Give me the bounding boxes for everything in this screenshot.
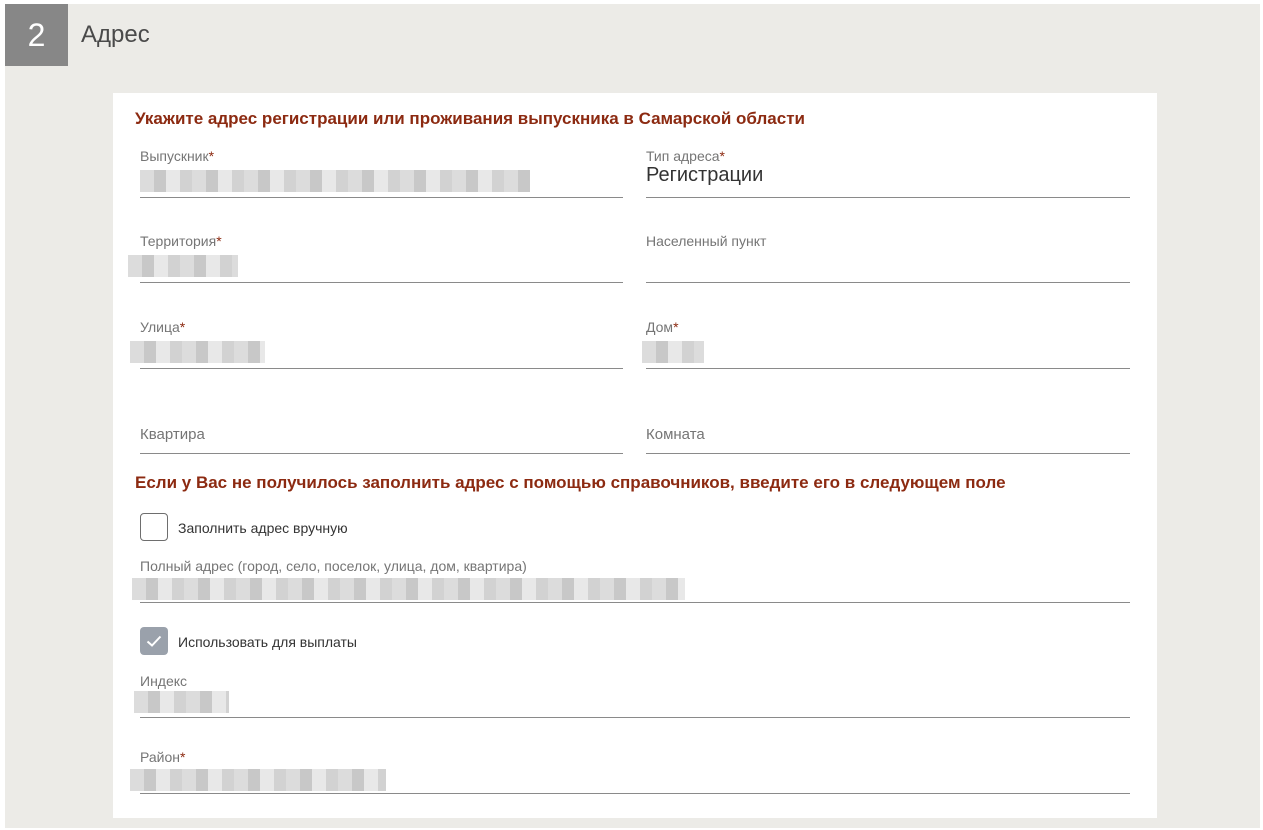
- redacted-value: [130, 769, 386, 791]
- address-type-value: Регистрации: [646, 164, 764, 186]
- section-title: Адрес: [81, 21, 150, 48]
- graduate-label: Выпускник: [140, 148, 209, 164]
- locality-label: Населенный пункт: [646, 233, 767, 249]
- step-number-badge: 2: [5, 4, 68, 66]
- required-marker: *: [180, 749, 186, 765]
- room-field[interactable]: Комната: [646, 404, 1130, 454]
- street-field[interactable]: Улица*: [130, 319, 623, 369]
- required-marker: *: [216, 233, 222, 249]
- redacted-value: [132, 578, 685, 600]
- address-form-heading: Укажите адрес регистрации или проживания…: [135, 109, 805, 128]
- redacted-value: [140, 170, 530, 192]
- apartment-field[interactable]: Квартира: [140, 404, 623, 454]
- required-marker: *: [673, 319, 679, 335]
- redacted-value: [128, 255, 238, 277]
- territory-label: Территория: [140, 233, 217, 249]
- apartment-label: Квартира: [140, 426, 205, 443]
- manual-address-heading: Если у Вас не получилось заполнить адрес…: [135, 473, 1006, 492]
- redacted-value: [130, 341, 265, 363]
- address-section: 2 Адрес Укажите адрес регистрации или пр…: [5, 4, 1260, 828]
- district-label: Район: [140, 749, 180, 765]
- full-address-field[interactable]: Полный адрес (город, село, поселок, улиц…: [132, 558, 1130, 603]
- manual-address-checkbox[interactable]: [140, 513, 168, 541]
- full-address-label: Полный адрес (город, село, поселок, улиц…: [140, 558, 527, 574]
- address-form-card: Укажите адрес регистрации или проживания…: [113, 93, 1157, 818]
- required-marker: *: [719, 148, 725, 164]
- locality-field[interactable]: Населенный пункт: [646, 233, 1130, 283]
- address-type-field[interactable]: Тип адреса* Регистрации: [646, 148, 1130, 198]
- manual-address-checkbox-label[interactable]: Заполнить адрес вручную: [178, 520, 348, 536]
- district-field[interactable]: Район*: [130, 749, 1130, 794]
- redacted-value: [642, 341, 704, 363]
- address-type-label: Тип адреса: [646, 148, 720, 164]
- index-label: Индекс: [140, 673, 188, 689]
- room-label: Комната: [646, 426, 705, 443]
- use-for-payment-checkbox[interactable]: [140, 627, 168, 655]
- territory-field[interactable]: Территория*: [128, 233, 623, 283]
- required-marker: *: [179, 319, 186, 335]
- graduate-field[interactable]: Выпускник*: [140, 148, 623, 198]
- required-marker: *: [208, 148, 215, 164]
- house-field[interactable]: Дом*: [642, 319, 1130, 369]
- street-label: Улица: [140, 319, 180, 335]
- house-label: Дом: [646, 319, 674, 335]
- check-icon: [146, 635, 162, 647]
- index-field[interactable]: Индекс: [134, 673, 1130, 718]
- redacted-value: [134, 691, 229, 713]
- use-for-payment-checkbox-label[interactable]: Использовать для выплаты: [178, 634, 357, 650]
